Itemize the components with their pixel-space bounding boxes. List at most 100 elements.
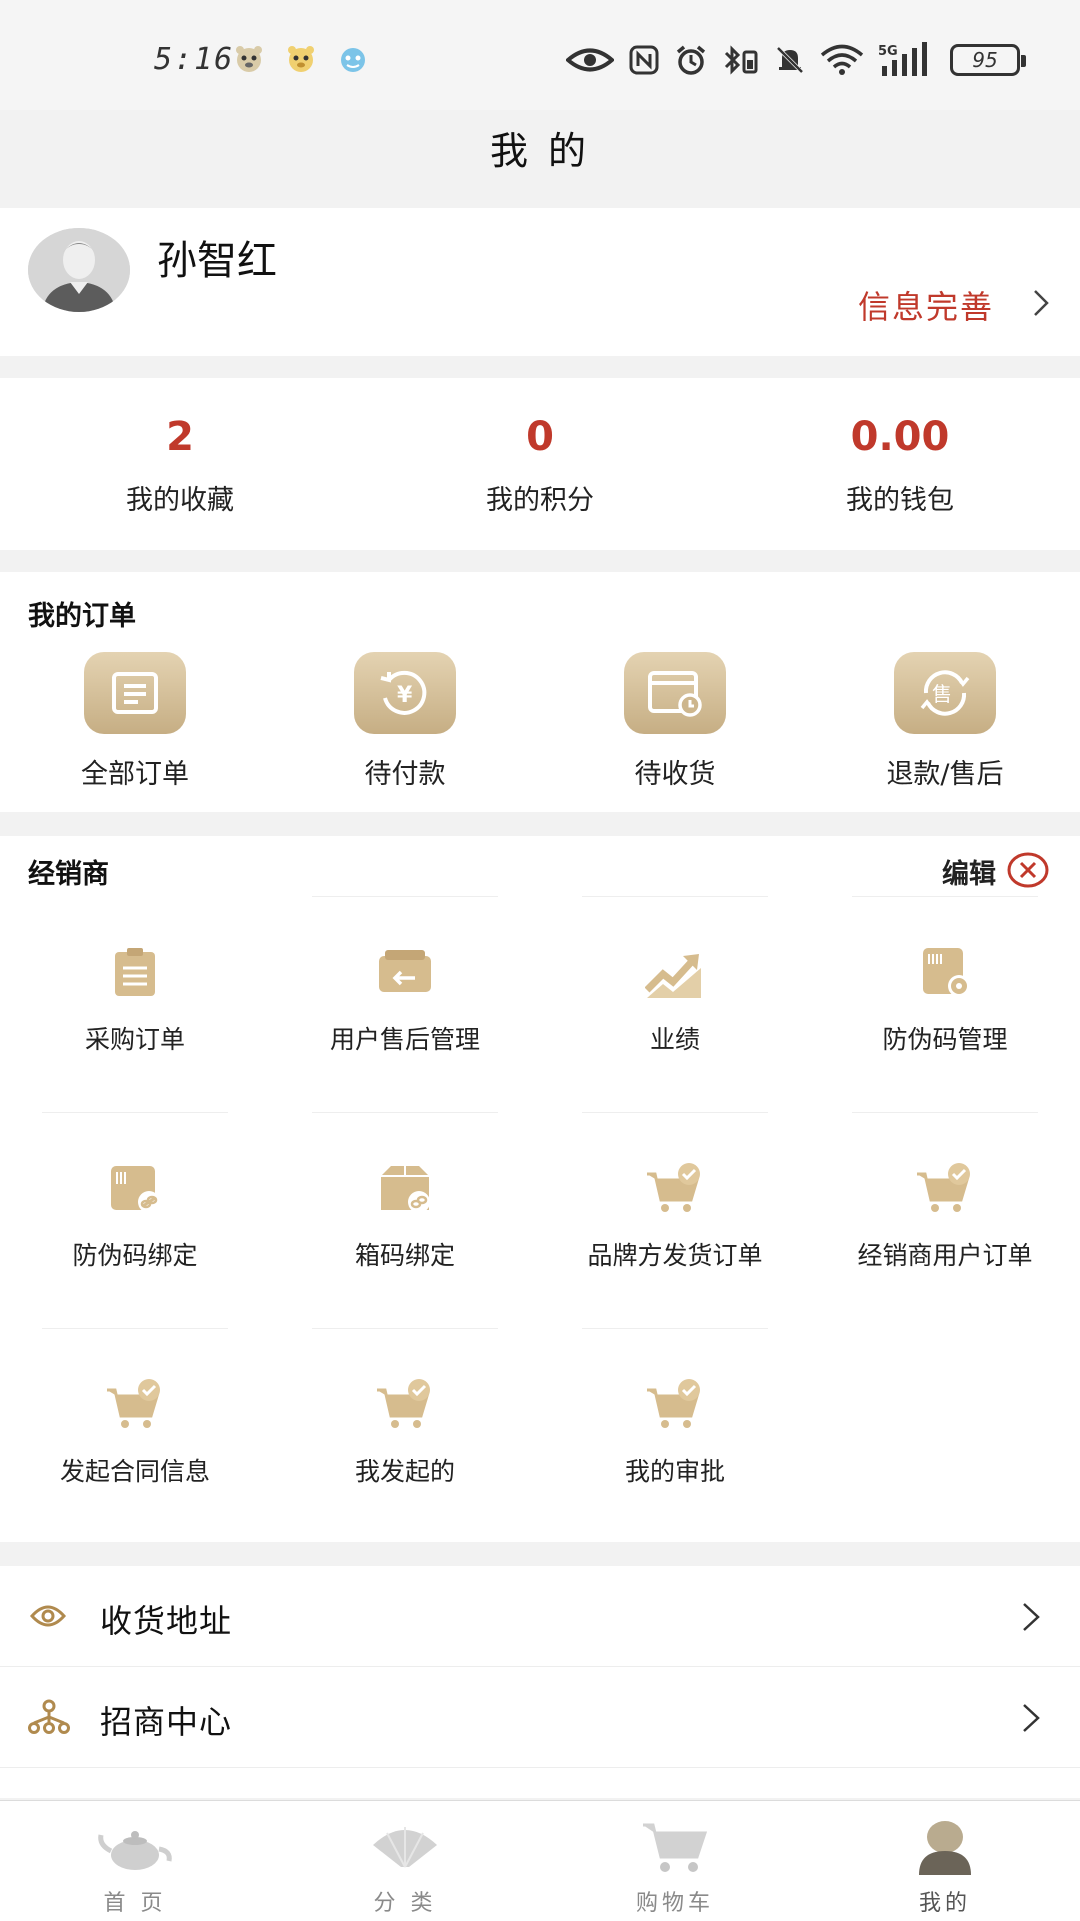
dealer-item-anticounterfeit-binding[interactable]: 防伪码绑定	[0, 1112, 270, 1328]
dealer-item-anticounterfeit-management[interactable]: 防伪码管理	[810, 896, 1080, 1112]
menu-item-investment-center[interactable]: 招商中心	[0, 1667, 1080, 1768]
grid-label: 采购订单	[84, 1025, 185, 1054]
order-item-after-sale[interactable]: 售 退款/售后	[810, 652, 1080, 791]
stats-card: 2 我的收藏 0 我的积分 0.00 我的钱包	[0, 378, 1080, 550]
dealer-item-brand-shipping-orders[interactable]: 品牌方发货订单	[540, 1112, 810, 1328]
tab-category[interactable]: 分 类	[270, 1801, 540, 1921]
dealer-item-box-binding[interactable]: 箱码绑定	[270, 1112, 540, 1328]
notification-app-icon	[341, 48, 365, 72]
close-circle-icon[interactable]	[1006, 850, 1050, 890]
box-link-icon	[381, 1166, 430, 1213]
signal-icon: 5G	[878, 42, 927, 76]
stat-label: 我的收藏	[126, 485, 234, 516]
tab-label: 购物车	[635, 1891, 714, 1916]
grid-empty-cell	[810, 1328, 1080, 1544]
menu-label: 收货地址	[100, 1602, 233, 1640]
dealer-item-initiate-contract[interactable]: 发起合同信息	[0, 1328, 270, 1544]
svg-text:¥: ¥	[397, 683, 413, 708]
tab-cart[interactable]: 购物车	[540, 1801, 810, 1921]
teapot-icon	[98, 1831, 172, 1870]
menu-list: 收货地址 招商中心	[0, 1566, 1080, 1798]
grid-label: 品牌方发货订单	[587, 1241, 763, 1270]
svg-text:售: 售	[932, 682, 952, 706]
battery-indicator: 95	[950, 44, 1026, 76]
status-bar: 5:16 5G 95	[0, 0, 1080, 110]
return-box-icon	[379, 950, 431, 992]
order-item-pending-payment[interactable]: ¥ 待付款	[270, 652, 540, 791]
order-list-icon	[84, 652, 186, 734]
grid-label: 用户售后管理	[329, 1025, 480, 1054]
stat-label: 我的钱包	[846, 485, 954, 516]
stat-wallet[interactable]: 0.00 我的钱包	[720, 378, 1080, 550]
cart-check-icon	[377, 1379, 430, 1428]
grid-row: 采购订单 用户售后管理 业绩 防伪码管理	[0, 896, 1080, 1112]
order-label: 全部订单	[81, 759, 189, 790]
network-type: 5G	[878, 44, 898, 59]
stat-value: 0	[526, 414, 554, 460]
trend-chart-icon	[644, 954, 701, 998]
page-title: 我 的	[489, 129, 591, 173]
stat-value: 2	[166, 414, 194, 460]
chevron-right-icon[interactable]	[1032, 288, 1050, 318]
chevron-right-icon	[1023, 1603, 1040, 1631]
my-orders-card: 我的订单 全部订单 ¥ 待付款 待收货 售 退款/售后	[0, 572, 1080, 812]
menu-label: 招商中心	[100, 1703, 233, 1741]
alarm-icon	[676, 45, 706, 75]
dealer-item-user-after-sale[interactable]: 用户售后管理	[270, 896, 540, 1112]
avatar[interactable]	[28, 228, 130, 312]
dealer-item-purchase-orders[interactable]: 采购订单	[0, 896, 270, 1112]
barcode-link-icon	[111, 1166, 160, 1213]
grid-row: 发起合同信息 我发起的 我的审批	[0, 1328, 1080, 1544]
dealer-item-my-approvals[interactable]: 我的审批	[540, 1328, 810, 1544]
pending-receipt-icon	[624, 652, 726, 734]
mute-bell-icon	[776, 46, 804, 74]
dealer-item-dealer-user-orders[interactable]: 经销商用户订单	[810, 1112, 1080, 1328]
stat-favorites[interactable]: 2 我的收藏	[0, 378, 360, 550]
tab-home[interactable]: 首 页	[0, 1801, 270, 1921]
menu-item-shipping-address[interactable]: 收货地址	[0, 1566, 1080, 1667]
notification-app-icon	[288, 46, 314, 72]
tab-label: 我的	[918, 1891, 971, 1916]
cart-check-icon	[647, 1379, 700, 1428]
order-item-pending-receipt[interactable]: 待收货	[540, 652, 810, 791]
order-label: 退款/售后	[886, 759, 1004, 790]
grid-label: 防伪码管理	[882, 1025, 1008, 1054]
cart-check-icon	[917, 1163, 970, 1212]
dealer-grid: 采购订单 用户售后管理 业绩 防伪码管理 防伪码绑定 箱码绑定 品牌方发货订单 …	[0, 896, 1080, 1544]
order-shortcuts: 全部订单 ¥ 待付款 待收货 售 退款/售后	[0, 652, 1080, 791]
dealer-item-performance[interactable]: 业绩	[540, 896, 810, 1112]
order-item-all[interactable]: 全部订单	[0, 652, 270, 791]
stat-value: 0.00	[850, 414, 950, 460]
section-title: 经销商	[28, 859, 109, 890]
location-icon	[29, 1605, 67, 1627]
complete-info-link[interactable]: 信息完善	[858, 282, 994, 328]
network-icon	[28, 1699, 70, 1734]
stat-points[interactable]: 0 我的积分	[360, 378, 720, 550]
user-name: 孙智红	[157, 238, 277, 284]
barcode-gear-icon	[923, 948, 970, 997]
clipboard-icon	[115, 948, 155, 996]
tab-mine[interactable]: 我的	[810, 1801, 1080, 1921]
notification-app-icon	[236, 46, 262, 72]
grid-label: 防伪码绑定	[72, 1241, 198, 1270]
bottom-tab-bar: 首 页 分 类 购物车 我的	[0, 1800, 1080, 1921]
fan-icon	[373, 1827, 437, 1868]
nfc-icon	[629, 45, 659, 75]
dealer-card: 经销商 编辑 采购订单 用户售后管理 业绩 防伪码管理 防伪码绑定 箱码绑定 品…	[0, 836, 1080, 1542]
status-icons: 5G 95	[566, 40, 1026, 80]
profile-card: 孙智红 信息完善	[0, 208, 1080, 356]
cart-check-icon	[647, 1163, 700, 1212]
eye-icon	[566, 48, 614, 72]
cart-icon	[643, 1823, 708, 1872]
order-label: 待收货	[634, 759, 716, 790]
grid-label: 箱码绑定	[354, 1241, 455, 1270]
tab-label: 首 页	[103, 1891, 167, 1916]
grid-label: 我的审批	[624, 1457, 725, 1486]
dealer-item-initiated-by-me[interactable]: 我发起的	[270, 1328, 540, 1544]
pending-payment-icon: ¥	[354, 652, 456, 734]
edit-button[interactable]: 编辑	[942, 852, 996, 891]
grid-label: 发起合同信息	[59, 1457, 210, 1486]
tab-label: 分 类	[373, 1891, 437, 1916]
order-label: 待付款	[364, 759, 446, 790]
avatar-image	[28, 228, 130, 312]
